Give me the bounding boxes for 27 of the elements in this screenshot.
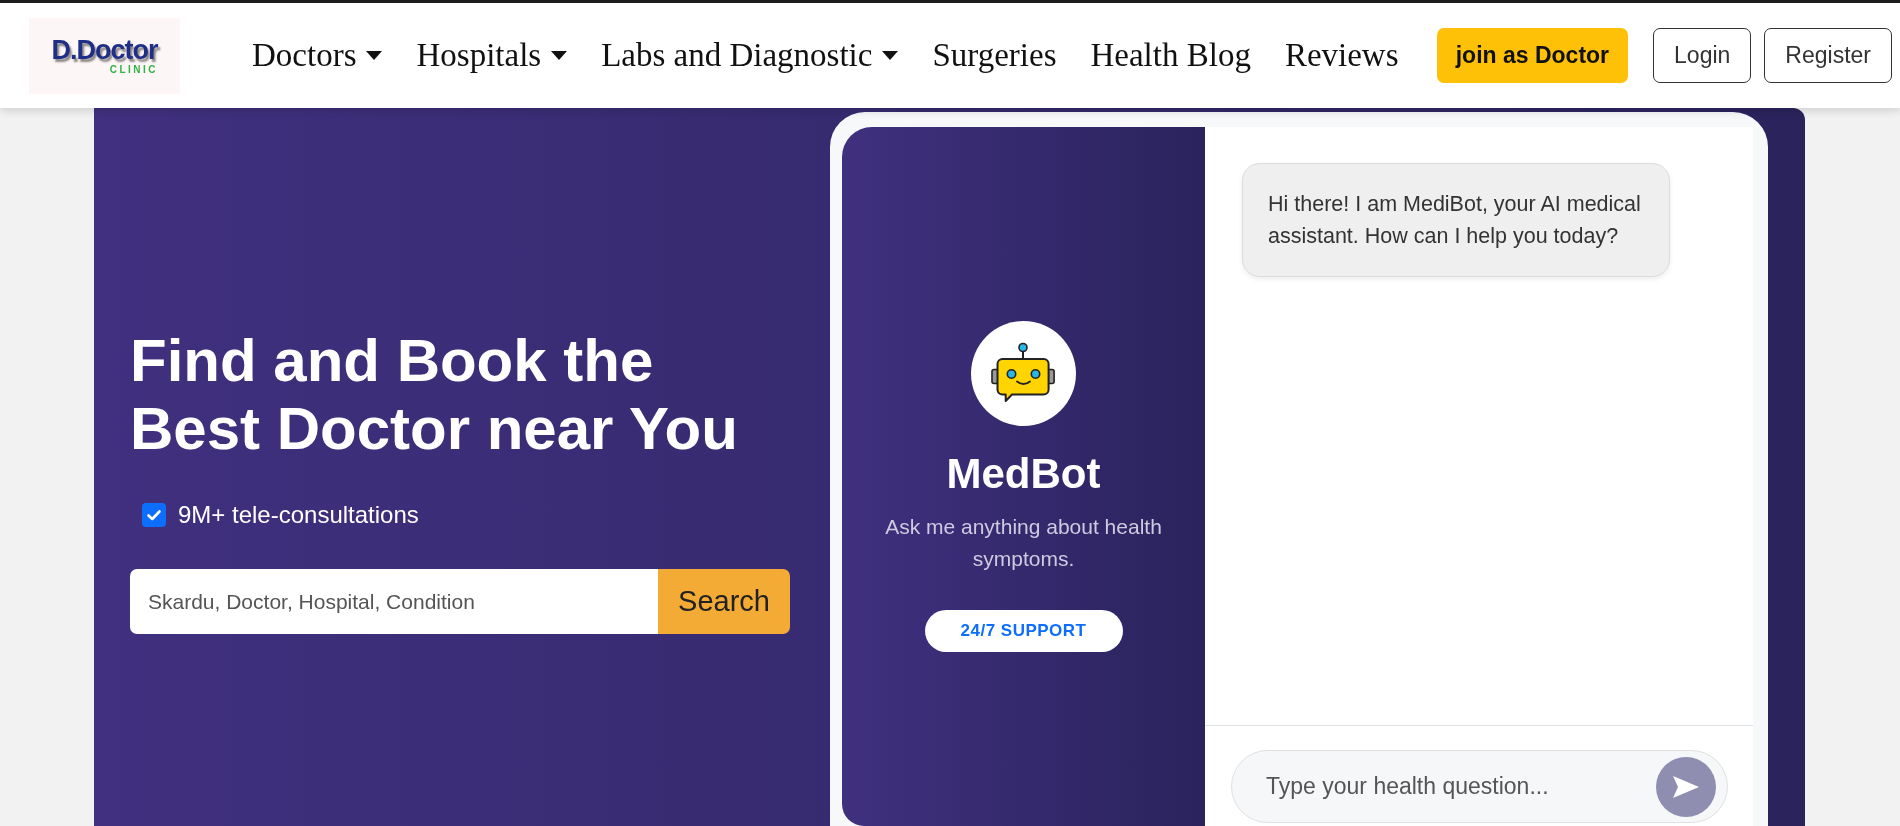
nav-link[interactable]: Surgeries	[932, 37, 1057, 74]
bot-tagline: Ask me anything about health symptoms.	[884, 514, 1163, 572]
logo-wordmark: D.Doctor	[51, 36, 158, 64]
chat-message: Hi there! I am MediBot, your AI medical assistant. How can I help you today?	[1242, 163, 1670, 277]
search-button[interactable]: Search	[658, 569, 790, 634]
nav-link[interactable]: Labs and Diagnostic	[601, 37, 899, 74]
logo-tile[interactable]: D.Doctor CLINIC	[29, 17, 180, 94]
login-button[interactable]: Login	[1653, 28, 1752, 83]
search-field[interactable]: Skardu, Doctor, Hospital, Condition	[130, 569, 658, 634]
caret-icon	[366, 51, 383, 60]
join-as-doctor-button[interactable]: join as Doctor	[1436, 28, 1629, 83]
checkbox[interactable]	[142, 503, 166, 527]
feature-label: 9M+ tele-consultations	[178, 501, 419, 529]
logo-tagline: CLINIC	[109, 64, 158, 75]
message-input[interactable]: Type your health question...	[1231, 750, 1728, 823]
support-badge: 24/7 SUPPORT	[924, 610, 1123, 652]
register-button[interactable]: Register	[1764, 28, 1892, 83]
nav-link[interactable]: Health Blog	[1090, 37, 1251, 74]
nav-link[interactable]: Hospitals	[416, 37, 568, 74]
nav-link[interactable]: Doctors	[252, 37, 383, 74]
hero-heading: Find and Book the Best Doctor near You	[130, 327, 739, 463]
robot-icon	[971, 321, 1076, 426]
nav-link[interactable]: Reviews	[1284, 37, 1399, 74]
send-icon	[1672, 775, 1700, 799]
caret-icon	[882, 51, 899, 60]
caret-icon	[551, 51, 568, 60]
bot-name: MedBot	[946, 449, 1101, 499]
